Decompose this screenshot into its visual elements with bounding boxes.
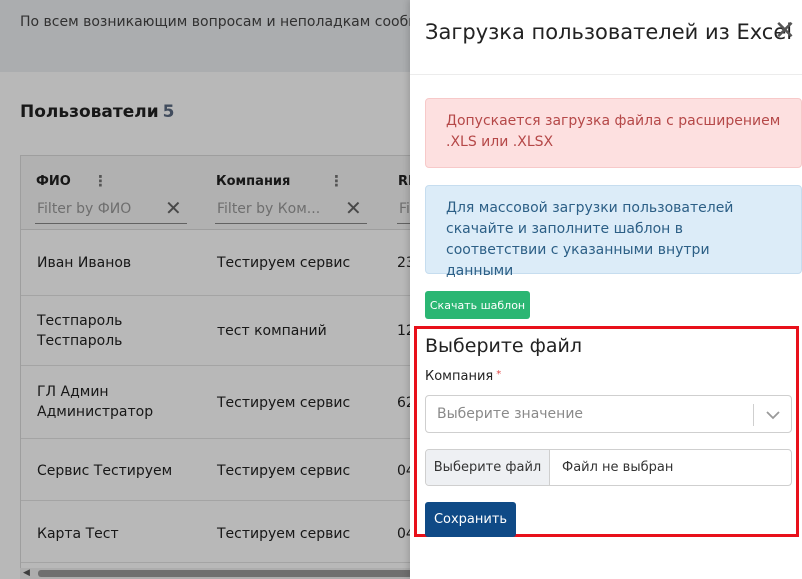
instructions-info-alert: Для массовой загрузки пользователей скач… [425, 185, 802, 279]
extension-warning-text: Допускается загрузка файла с расширением… [446, 113, 781, 150]
download-template-button[interactable]: Скачать шаблон [425, 291, 530, 319]
company-label-text: Компания [425, 369, 494, 384]
choose-file-button[interactable]: Выберите файл [426, 450, 550, 485]
select-divider [753, 404, 754, 426]
save-button[interactable]: Сохранить [425, 502, 516, 537]
drawer-title: Загрузка пользователей из Excel [425, 20, 793, 44]
file-input-group[interactable]: Выберите файл Файл не выбран [425, 449, 792, 486]
required-marker: * [496, 369, 502, 380]
instructions-info-text: Для массовой загрузки пользователей скач… [446, 200, 734, 279]
company-label: Компания * [425, 369, 501, 384]
extension-warning-alert: Допускается загрузка файла с расширением… [425, 98, 802, 168]
header-divider [410, 74, 802, 75]
file-status-text: Файл не выбран [562, 460, 674, 475]
company-select-placeholder: Выберите значение [437, 406, 584, 422]
chevron-down-icon[interactable] [762, 404, 784, 426]
company-select[interactable]: Выберите значение [425, 395, 792, 433]
form-title: Выберите файл [425, 335, 583, 357]
close-icon[interactable]: ✕ [774, 18, 796, 44]
